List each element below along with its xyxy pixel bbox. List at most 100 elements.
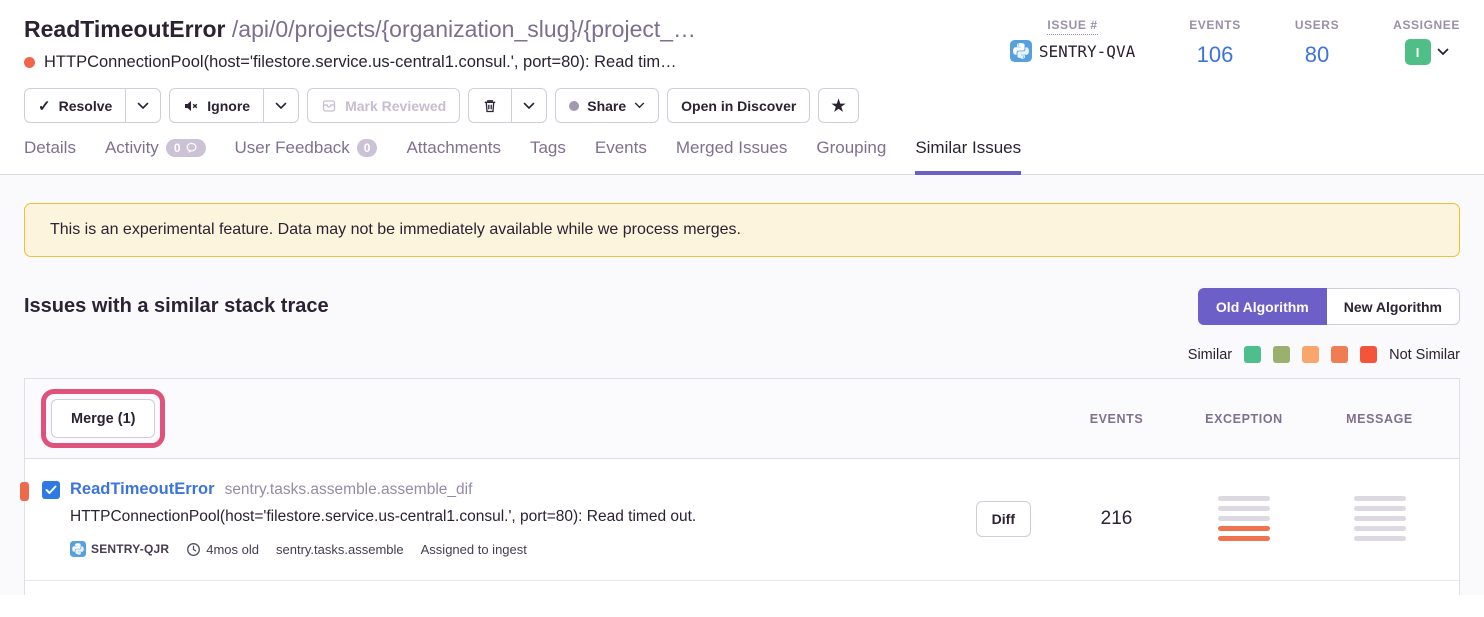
diff-button[interactable]: Diff <box>976 501 1031 537</box>
tab-events[interactable]: Events <box>595 138 647 175</box>
mark-reviewed-label: Mark Reviewed <box>345 98 446 114</box>
similarity-swatch-5 <box>1360 346 1377 363</box>
assignee-avatar: I <box>1405 39 1431 65</box>
stat-issue-id: ISSUE # SENTRY-QVA <box>1010 16 1135 68</box>
checkmark-icon <box>45 485 57 495</box>
legend-label-not-similar: Not Similar <box>1389 347 1460 363</box>
merge-button[interactable]: Merge (1) <box>51 399 155 438</box>
error-level-bar <box>20 482 29 501</box>
mute-icon <box>183 98 199 114</box>
issue-culprit: /api/0/projects/{organization_slug}/{pro… <box>232 16 696 42</box>
page-title: ReadTimeoutError /api/0/projects/{organi… <box>24 14 696 44</box>
algorithm-toggle: Old Algorithm New Algorithm <box>1198 288 1460 325</box>
share-button[interactable]: Share <box>555 88 659 123</box>
tab-user-feedback[interactable]: User Feedback 0 <box>235 138 378 175</box>
row-issue-title-link[interactable]: ReadTimeoutError <box>70 480 215 499</box>
issue-short-id[interactable]: SENTRY-QVA <box>1039 42 1135 61</box>
assignee-selector[interactable]: I <box>1393 39 1460 65</box>
banner-text: This is an experimental feature. Data ma… <box>50 221 741 238</box>
chevron-down-icon <box>137 102 149 110</box>
similar-issues-table: Merge (1) EVENTS EXCEPTION MESSAGE ReadT… <box>24 378 1460 595</box>
tab-details[interactable]: Details <box>24 138 76 175</box>
issue-tabs: Details Activity 0 User Feedback 0 Attac… <box>24 138 1460 175</box>
open-in-discover-button[interactable]: Open in Discover <box>667 88 810 123</box>
row-events-count: 216 <box>1059 508 1174 530</box>
users-count[interactable]: 80 <box>1295 42 1339 68</box>
issue-message: HTTPConnectionPool(host='filestore.servi… <box>44 53 677 72</box>
new-algorithm-button[interactable]: New Algorithm <box>1327 288 1460 325</box>
row-age: 4mos old <box>186 542 259 557</box>
row-checkbox[interactable] <box>42 481 60 499</box>
exception-similarity-bars <box>1174 496 1314 541</box>
star-icon: ★ <box>831 96 845 116</box>
similarity-swatch-3 <box>1302 346 1319 363</box>
delete-dropdown-button[interactable] <box>511 88 547 123</box>
stat-users: USERS 80 <box>1295 16 1339 68</box>
chevron-down-icon <box>634 102 645 109</box>
column-header-events: EVENTS <box>1059 412 1174 426</box>
chevron-down-icon <box>523 102 535 110</box>
similarity-swatch-4 <box>1331 346 1348 363</box>
issue-id-label: ISSUE # <box>1047 18 1097 35</box>
user-feedback-count-badge: 0 <box>357 139 378 157</box>
section-title: Issues with a similar stack trace <box>24 295 329 318</box>
inbox-icon <box>321 98 337 114</box>
clock-icon <box>186 542 201 557</box>
users-label: USERS <box>1295 18 1339 32</box>
tab-tags[interactable]: Tags <box>530 138 566 175</box>
row-issue-details: ReadTimeoutError sentry.tasks.assemble.a… <box>42 480 696 557</box>
events-label: EVENTS <box>1189 18 1241 32</box>
legend-label-similar: Similar <box>1188 347 1232 363</box>
tab-grouping[interactable]: Grouping <box>816 138 886 175</box>
old-algorithm-button[interactable]: Old Algorithm <box>1198 288 1327 325</box>
ignore-button[interactable]: Ignore <box>169 88 264 123</box>
trash-icon <box>482 98 498 114</box>
share-status-dot <box>569 101 579 111</box>
similar-issue-row: ReadTimeoutError sentry.tasks.assemble.a… <box>25 459 1459 581</box>
issue-title-block: ReadTimeoutError /api/0/projects/{organi… <box>24 14 696 72</box>
stat-assignee: ASSIGNEE I <box>1393 16 1460 68</box>
assignee-label: ASSIGNEE <box>1393 18 1460 32</box>
tab-similar-issues[interactable]: Similar Issues <box>915 138 1021 175</box>
activity-count-badge: 0 <box>166 139 206 157</box>
python-project-icon <box>1010 40 1032 62</box>
open-in-discover-label: Open in Discover <box>681 98 796 114</box>
resolve-dropdown-button[interactable] <box>125 88 161 123</box>
resolve-button[interactable]: ✓ Resolve <box>24 88 126 123</box>
row-issue-culprit: sentry.tasks.assemble.assemble_dif <box>225 481 473 499</box>
issue-stats: ISSUE # SENTRY-QVA EVENTS 106 USERS 80 <box>1010 14 1460 68</box>
delete-button[interactable] <box>468 88 512 123</box>
chevron-down-icon <box>1437 48 1449 56</box>
tab-attachments[interactable]: Attachments <box>406 138 501 175</box>
chevron-down-icon <box>275 102 287 110</box>
ignore-label: Ignore <box>207 98 250 114</box>
python-project-icon <box>70 541 86 557</box>
row-short-id: SENTRY-QJR <box>70 541 169 557</box>
row-task: sentry.tasks.assemble <box>276 542 404 557</box>
events-count[interactable]: 106 <box>1189 42 1241 68</box>
column-header-message: MESSAGE <box>1314 412 1445 426</box>
row-assignment: Assigned to ingest <box>421 542 527 557</box>
column-header-exception: EXCEPTION <box>1174 412 1314 426</box>
bookmark-button[interactable]: ★ <box>818 88 858 123</box>
stat-events: EVENTS 106 <box>1189 16 1241 68</box>
table-header: Merge (1) EVENTS EXCEPTION MESSAGE <box>25 379 1459 459</box>
message-similarity-bars <box>1314 496 1445 541</box>
row-issue-message: HTTPConnectionPool(host='filestore.servi… <box>70 508 696 526</box>
experimental-feature-banner: This is an experimental feature. Data ma… <box>24 203 1460 257</box>
issue-title: ReadTimeoutError <box>24 16 226 42</box>
resolve-label: Resolve <box>59 98 113 114</box>
mark-reviewed-button[interactable]: Mark Reviewed <box>307 88 460 123</box>
issue-toolbar: ✓ Resolve Ignore Mark Reviewed <box>24 88 1460 123</box>
error-level-dot <box>24 57 35 68</box>
ignore-dropdown-button[interactable] <box>263 88 299 123</box>
comment-bubble-icon <box>185 142 198 154</box>
similarity-swatch-2 <box>1273 346 1290 363</box>
tab-merged-issues[interactable]: Merged Issues <box>676 138 788 175</box>
tab-activity[interactable]: Activity 0 <box>105 138 206 175</box>
similarity-swatch-1 <box>1244 346 1261 363</box>
next-row-partial <box>25 581 1459 595</box>
similar-issues-panel: This is an experimental feature. Data ma… <box>0 175 1484 595</box>
issue-header: ReadTimeoutError /api/0/projects/{organi… <box>0 0 1484 175</box>
check-icon: ✓ <box>38 97 51 115</box>
